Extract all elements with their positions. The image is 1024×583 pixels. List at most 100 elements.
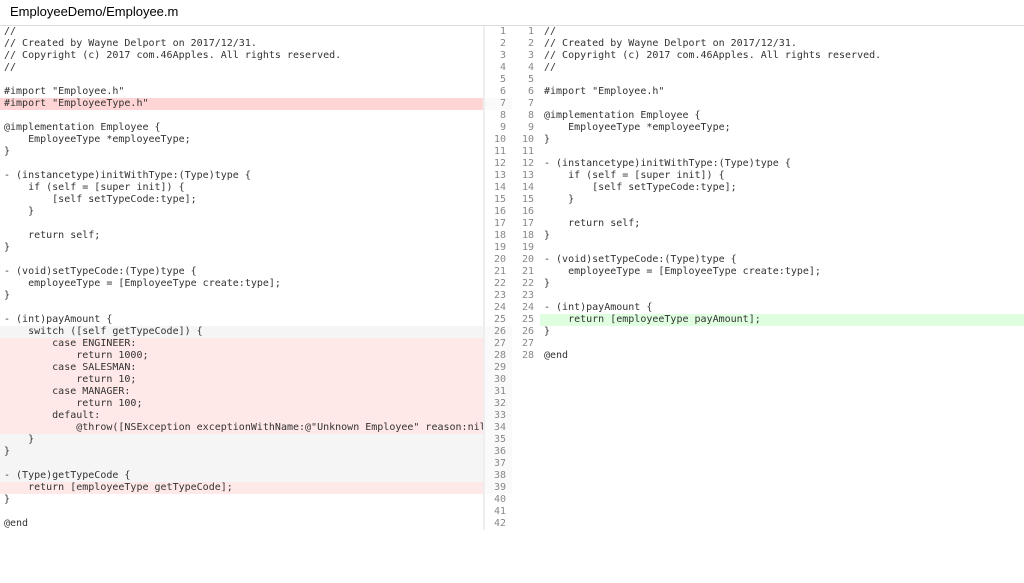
diff-line-left[interactable]: @throw([NSException exceptionWithName:@"… xyxy=(0,422,512,434)
line-number-left: 4 xyxy=(484,62,512,74)
code-text: - (int)payAmount { xyxy=(0,314,484,326)
diff-line-left[interactable]: 12 xyxy=(0,158,512,170)
diff-line-right[interactable]: 17 return self; xyxy=(512,218,1024,230)
code-text xyxy=(540,338,1024,350)
diff-line-right[interactable]: 7 xyxy=(512,98,1024,110)
diff-line-left[interactable]: }23 xyxy=(0,290,512,302)
code-text: - (instancetype)initWithType:(Type)type … xyxy=(540,158,1024,170)
diff-right-pane[interactable]: 1//2// Created by Wayne Delport on 2017/… xyxy=(512,26,1024,530)
diff-line-right[interactable]: 4// xyxy=(512,62,1024,74)
code-text: return [employeeType getTypeCode]; xyxy=(0,482,484,494)
diff-line-right[interactable]: 24- (int)payAmount { xyxy=(512,302,1024,314)
diff-line-left[interactable]: }19 xyxy=(0,242,512,254)
line-number-right: 27 xyxy=(512,338,540,350)
diff-line-left[interactable]: @implementation Employee {9 xyxy=(0,122,512,134)
diff-line-left[interactable]: return 100;32 xyxy=(0,398,512,410)
diff-line-left[interactable]: }36 xyxy=(0,446,512,458)
diff-line-right[interactable]: 2// Created by Wayne Delport on 2017/12/… xyxy=(512,38,1024,50)
diff-line-left[interactable]: [self setTypeCode:type];15 xyxy=(0,194,512,206)
line-number-left: 25 xyxy=(484,314,512,326)
diff-line-left[interactable]: }16 xyxy=(0,206,512,218)
diff-line-right[interactable]: 22} xyxy=(512,278,1024,290)
line-number-left: 7 xyxy=(484,98,512,110)
diff-line-right[interactable]: 27 xyxy=(512,338,1024,350)
diff-line-left[interactable]: 41 xyxy=(0,506,512,518)
diff-line-left[interactable]: switch ([self getTypeCode]) {26 xyxy=(0,326,512,338)
code-text: employeeType = [EmployeeType create:type… xyxy=(540,266,1024,278)
diff-line-left[interactable]: return 10;30 xyxy=(0,374,512,386)
diff-line-right[interactable]: 23 xyxy=(512,290,1024,302)
line-number-left: 14 xyxy=(484,182,512,194)
diff-line-left[interactable]: // Copyright (c) 2017 com.46Apples. All … xyxy=(0,50,512,62)
diff-line-right[interactable]: 25 return [employeeType payAmount]; xyxy=(512,314,1024,326)
diff-line-left[interactable]: @end42 xyxy=(0,518,512,530)
code-text: case SALESMAN: xyxy=(0,362,484,374)
diff-line-left[interactable]: employeeType = [EmployeeType create:type… xyxy=(0,278,512,290)
line-number-right: 25 xyxy=(512,314,540,326)
diff-line-left[interactable]: - (int)payAmount {25 xyxy=(0,314,512,326)
diff-line-right[interactable]: 21 employeeType = [EmployeeType create:t… xyxy=(512,266,1024,278)
line-number-left: 18 xyxy=(484,230,512,242)
line-number-left: 31 xyxy=(484,386,512,398)
diff-line-right[interactable]: 8@implementation Employee { xyxy=(512,110,1024,122)
diff-line-left[interactable]: #import "Employee.h"6 xyxy=(0,86,512,98)
diff-line-left[interactable]: //1 xyxy=(0,26,512,38)
diff-line-right[interactable]: 15 } xyxy=(512,194,1024,206)
line-number-left: 28 xyxy=(484,350,512,362)
diff-line-left[interactable]: - (void)setTypeCode:(Type)type {21 xyxy=(0,266,512,278)
diff-line-left[interactable]: return self;18 xyxy=(0,230,512,242)
diff-line-right[interactable]: 9 EmployeeType *employeeType; xyxy=(512,122,1024,134)
line-number-left: 36 xyxy=(484,446,512,458)
diff-line-right[interactable]: 14 [self setTypeCode:type]; xyxy=(512,182,1024,194)
diff-line-left[interactable]: return 1000;28 xyxy=(0,350,512,362)
diff-line-right[interactable]: 12- (instancetype)initWithType:(Type)typ… xyxy=(512,158,1024,170)
diff-line-left[interactable]: 17 xyxy=(0,218,512,230)
code-text: @end xyxy=(0,518,484,530)
diff-line-right[interactable]: 1// xyxy=(512,26,1024,38)
diff-line-right[interactable]: 3// Copyright (c) 2017 com.46Apples. All… xyxy=(512,50,1024,62)
diff-line-left[interactable]: default:33 xyxy=(0,410,512,422)
line-number-left: 27 xyxy=(484,338,512,350)
diff-line-left[interactable]: }35 xyxy=(0,434,512,446)
diff-line-left[interactable]: 8 xyxy=(0,110,512,122)
diff-line-right[interactable]: 13 if (self = [super init]) { xyxy=(512,170,1024,182)
line-number-left: 12 xyxy=(484,158,512,170)
diff-line-left[interactable]: case SALESMAN:29 xyxy=(0,362,512,374)
diff-line-right[interactable]: 20- (void)setTypeCode:(Type)type { xyxy=(512,254,1024,266)
diff-line-left[interactable]: 20 xyxy=(0,254,512,266)
diff-line-left[interactable]: case ENGINEER:27 xyxy=(0,338,512,350)
code-text: #import "Employee.h" xyxy=(540,86,1024,98)
diff-line-left[interactable]: // Created by Wayne Delport on 2017/12/3… xyxy=(0,38,512,50)
diff-line-right[interactable]: 16 xyxy=(512,206,1024,218)
diff-line-right[interactable]: 28@end xyxy=(512,350,1024,362)
diff-line-left[interactable]: 24 xyxy=(0,302,512,314)
diff-line-right[interactable]: 6#import "Employee.h" xyxy=(512,86,1024,98)
diff-line-right[interactable]: 18} xyxy=(512,230,1024,242)
code-text: #import "Employee.h" xyxy=(0,86,484,98)
diff-line-left[interactable]: 5 xyxy=(0,74,512,86)
diff-line-left[interactable]: 37 xyxy=(0,458,512,470)
diff-line-left[interactable]: }40 xyxy=(0,494,512,506)
file-title: EmployeeDemo/Employee.m xyxy=(0,0,1024,26)
diff-line-left[interactable]: EmployeeType *employeeType;10 xyxy=(0,134,512,146)
diff-line-right[interactable]: 10} xyxy=(512,134,1024,146)
line-number-left: 5 xyxy=(484,74,512,86)
diff-line-left[interactable]: - (instancetype)initWithType:(Type)type … xyxy=(0,170,512,182)
line-number-left: 29 xyxy=(484,362,512,374)
code-text: // xyxy=(540,26,1024,38)
diff-line-right[interactable]: 19 xyxy=(512,242,1024,254)
code-text: EmployeeType *employeeType; xyxy=(0,134,484,146)
diff-line-left[interactable]: }11 xyxy=(0,146,512,158)
diff-line-right[interactable]: 11 xyxy=(512,146,1024,158)
diff-line-left[interactable]: //4 xyxy=(0,62,512,74)
code-text: - (void)setTypeCode:(Type)type { xyxy=(0,266,484,278)
diff-line-left[interactable]: case MANAGER:31 xyxy=(0,386,512,398)
diff-left-pane[interactable]: //1// Created by Wayne Delport on 2017/1… xyxy=(0,26,512,530)
diff-line-left[interactable]: #import "EmployeeType.h"7 xyxy=(0,98,512,110)
code-text xyxy=(0,158,484,170)
diff-line-left[interactable]: return [employeeType getTypeCode];39 xyxy=(0,482,512,494)
diff-line-left[interactable]: - (Type)getTypeCode {38 xyxy=(0,470,512,482)
diff-line-right[interactable]: 26} xyxy=(512,326,1024,338)
diff-line-right[interactable]: 5 xyxy=(512,74,1024,86)
diff-line-left[interactable]: if (self = [super init]) {14 xyxy=(0,182,512,194)
